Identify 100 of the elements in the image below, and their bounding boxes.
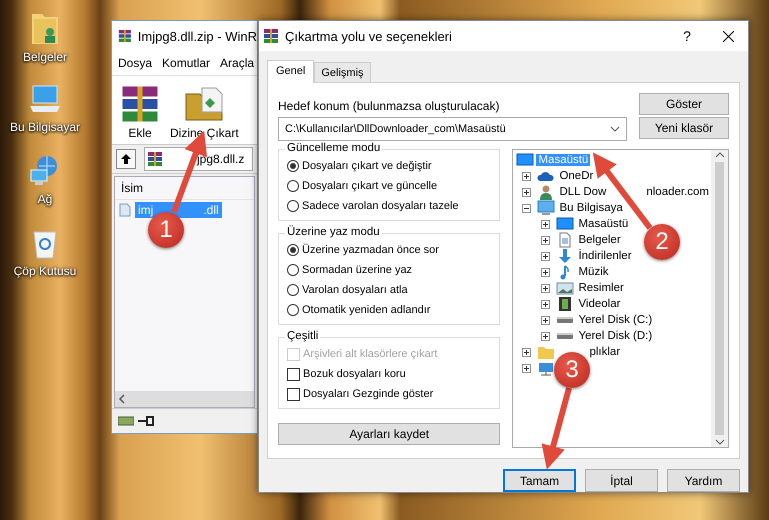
plus-icon xyxy=(524,366,530,370)
destination-label: Hedef konum (bulunmazsa oluşturulacak) xyxy=(278,99,500,113)
option-label[interactable]: Bozuk dosyaları koru xyxy=(303,368,406,380)
dialog-button[interactable]: Yeni klasör xyxy=(639,117,729,139)
tree-item[interactable]: Yerel Disk (D:) xyxy=(576,330,654,342)
tab[interactable]: Gelişmiş xyxy=(314,62,371,82)
toolbar-button[interactable]: Dizine Çıkart xyxy=(170,84,239,140)
group-title: Güncelleme modu xyxy=(285,142,382,154)
tree-item[interactable]: İndirilenler xyxy=(576,250,634,262)
network-icon xyxy=(537,360,556,376)
radio-button[interactable] xyxy=(287,244,299,256)
tree-item[interactable]: DLL Dow nloader.com xyxy=(557,186,711,198)
up-arrow-icon xyxy=(120,153,132,165)
plus-icon xyxy=(543,286,548,290)
drive-icon xyxy=(118,416,134,426)
plus-icon xyxy=(524,350,530,354)
scroll-up-icon[interactable] xyxy=(714,150,724,160)
tree-item[interactable]: Müzik xyxy=(576,266,610,278)
menu-item[interactable]: Komutlar xyxy=(162,56,210,70)
help-button[interactable]: ? xyxy=(672,28,702,44)
option-label[interactable]: Sormadan üzerine yaz xyxy=(302,264,412,276)
tree-item[interactable]: plıklar xyxy=(587,346,622,358)
group-title: Üzerine yaz modu xyxy=(285,226,382,238)
books-icon xyxy=(120,84,160,124)
radio-button[interactable] xyxy=(287,284,299,296)
folder-icon xyxy=(537,344,556,360)
plus-icon xyxy=(524,190,530,194)
expand-toggle[interactable] xyxy=(522,364,532,372)
menu-item[interactable]: Dosya xyxy=(118,56,152,70)
dialog-button[interactable]: İptal xyxy=(585,469,658,492)
expand-toggle[interactable] xyxy=(541,268,550,276)
plus-icon xyxy=(543,318,548,322)
key-icon xyxy=(138,416,154,426)
option-label[interactable]: Varolan dosyaları atla xyxy=(302,284,408,296)
expand-toggle[interactable] xyxy=(541,300,550,308)
expand-toggle[interactable] xyxy=(541,284,550,292)
destination-dropdown[interactable]: C:\Kullanıcılar\DllDownloader_com\Masaüstü xyxy=(278,117,627,141)
radio-button[interactable] xyxy=(287,200,299,212)
radio-button[interactable] xyxy=(287,160,299,172)
minus-icon xyxy=(524,206,530,210)
close-icon xyxy=(722,30,734,42)
radio-button[interactable] xyxy=(287,264,299,276)
option-label[interactable]: Dosyaları Gezginde göster xyxy=(303,388,434,400)
desktop-icon-label[interactable]: Çöp Kutusu xyxy=(14,264,76,278)
expand-toggle[interactable] xyxy=(522,348,532,356)
checkbox[interactable] xyxy=(287,368,300,380)
computer-icon xyxy=(537,200,556,216)
plus-icon xyxy=(543,222,548,226)
group-title: Çeşitli xyxy=(285,330,320,342)
radio-button[interactable] xyxy=(287,180,299,192)
dialog-title: Çıkartma yolu ve seçenekleri xyxy=(285,28,453,44)
plus-icon xyxy=(543,254,548,258)
up-folder-button[interactable] xyxy=(116,149,136,169)
expand-toggle[interactable] xyxy=(541,236,550,244)
chevron-down-icon xyxy=(610,126,620,132)
tab[interactable]: Genel xyxy=(267,60,314,83)
option-label[interactable]: Üzerine yazmadan önce sor xyxy=(302,244,439,256)
drive-icon xyxy=(557,317,574,323)
archive-app-icon xyxy=(118,28,132,44)
collapse-toggle[interactable] xyxy=(522,204,532,212)
option-label[interactable]: Otomatik yeniden adlandır xyxy=(302,304,430,316)
plus-icon xyxy=(524,174,530,178)
scrollbar-thumb[interactable] xyxy=(715,162,724,435)
archive-app-icon xyxy=(263,28,279,44)
dialog-button[interactable]: Tamam xyxy=(503,469,576,492)
expand-toggle[interactable] xyxy=(522,172,532,180)
address-field[interactable]: jpg8.dll.z xyxy=(144,147,253,171)
plus-icon xyxy=(543,238,548,242)
tree-item[interactable]: Resimler xyxy=(576,282,626,294)
expand-toggle[interactable] xyxy=(541,332,550,340)
scroll-down-icon[interactable] xyxy=(714,437,724,447)
toolbar-button[interactable]: Ekle xyxy=(120,84,160,140)
expand-toggle[interactable] xyxy=(541,316,550,324)
tree-item[interactable]: Bu Bilgisaya xyxy=(557,202,625,214)
desktop-icon-label[interactable]: Bu Bilgisayar xyxy=(10,120,80,134)
option-label[interactable]: Sadece varolan dosyaları tazele xyxy=(302,200,459,212)
drive-icon xyxy=(557,333,574,339)
tree-item[interactable]: Videolar xyxy=(576,298,622,310)
option-label[interactable]: Dosyaları çıkart ve güncelle xyxy=(302,180,438,192)
radio-button[interactable] xyxy=(287,304,299,316)
expand-toggle[interactable] xyxy=(522,188,532,196)
tree-item[interactable]: Masaüstü xyxy=(576,218,630,230)
dialog-button[interactable]: Göster xyxy=(639,93,729,115)
archive-icon xyxy=(147,151,163,167)
save-settings-button[interactable]: Ayarları kaydet xyxy=(278,423,500,445)
plus-icon xyxy=(543,302,548,306)
dialog-button[interactable]: Yardım xyxy=(667,469,740,492)
expand-toggle[interactable] xyxy=(541,252,550,260)
expand-toggle[interactable] xyxy=(541,220,550,228)
file-icon xyxy=(119,203,131,217)
picture-icon xyxy=(556,280,574,296)
column-header[interactable]: İsim xyxy=(115,177,254,200)
checkbox[interactable] xyxy=(287,388,300,400)
tree-item[interactable]: Yerel Disk (C:) xyxy=(576,314,654,326)
window-title: Imjpg8.dll.zip - WinR xyxy=(138,28,257,44)
plus-icon xyxy=(543,270,548,274)
tree-item[interactable]: OneDr xyxy=(557,170,596,182)
menu-item[interactable]: Araçla xyxy=(220,56,254,70)
tree-item[interactable]: Belgeler xyxy=(576,234,623,246)
option-label[interactable]: Dosyaları çıkart ve değiştir xyxy=(302,160,432,172)
